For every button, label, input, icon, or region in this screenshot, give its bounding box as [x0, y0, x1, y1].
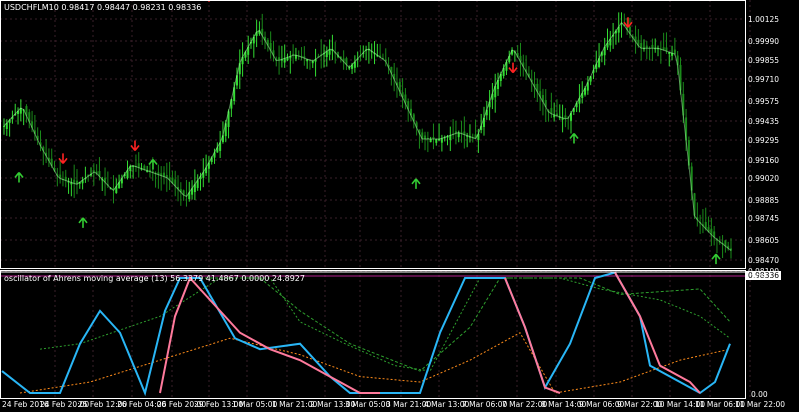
down-arrow-icon [508, 62, 518, 74]
signal-arrows [14, 0, 721, 265]
symbol-info-text: USDCHFLM10 0.98417 0.98447 0.98231 0.983… [4, 3, 202, 12]
moving-average-line [3, 22, 732, 251]
price-axis-label: 0.99160 [748, 156, 780, 165]
indicator-pane-frame [0, 270, 746, 399]
up-arrow-icon [411, 178, 421, 189]
price-axis-label: 0.98885 [748, 196, 780, 205]
osc-axis-bottom-label: 0.00 [751, 390, 768, 399]
time-axis-label: 3 Mar 05:00 [345, 400, 391, 409]
price-axis-label: 0.99855 [748, 56, 780, 65]
chart-window[interactable]: USDCHFLM10 0.98417 0.98447 0.98231 0.983… [0, 0, 799, 412]
price-axis-label: 0.98605 [748, 236, 780, 245]
up-arrow-icon [78, 217, 88, 228]
indicator-info-text: oscillator of Ahrens moving average (13)… [4, 274, 305, 283]
candle-body [651, 44, 654, 49]
candle-body [435, 138, 438, 143]
osc-pink-line [614, 272, 701, 394]
osc-axis-top-label: 105 [751, 273, 766, 282]
price-axis-label: 0.99710 [748, 75, 780, 84]
price-axis-label: 0.98470 [748, 256, 780, 265]
up-arrow-icon [14, 171, 24, 183]
ma-line [3, 22, 732, 251]
time-axis-label: 11 Mar 22:00 [735, 400, 786, 409]
osc-orange-dotted-line [19, 332, 731, 394]
price-axis-label: 0.99295 [748, 136, 780, 145]
price-axis-label: 0.99020 [748, 174, 780, 183]
price-axis-label: 0.99575 [748, 97, 780, 106]
price-axis-label: 1.00125 [748, 15, 780, 24]
price-pane-frame [0, 0, 746, 269]
up-arrow-icon [711, 253, 721, 265]
osc-green-dashed-line [200, 277, 731, 372]
candle-body [424, 135, 427, 139]
oscillator-lines [1, 271, 731, 397]
chart-canvas[interactable] [0, 0, 799, 412]
candle-body [3, 126, 5, 128]
up-arrow-icon [569, 133, 579, 144]
time-axis-label: 7 Mar 06:00 [462, 400, 508, 409]
price-axis-label: 0.99435 [748, 117, 780, 126]
price-axis-label: 0.99990 [748, 37, 780, 46]
price-axis-label: 0.98745 [748, 214, 780, 223]
time-axis-label: 1 Mar 05:00 [232, 400, 278, 409]
